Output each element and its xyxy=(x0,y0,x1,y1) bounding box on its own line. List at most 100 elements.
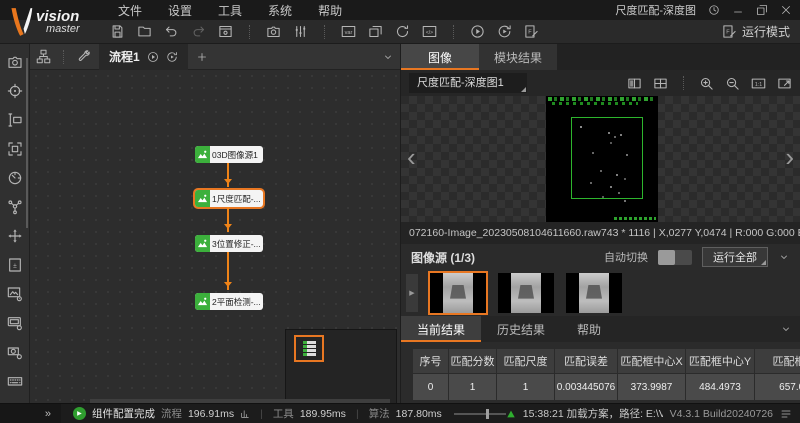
zoom-in-icon[interactable] xyxy=(699,76,714,91)
form-edit-icon[interactable] xyxy=(524,24,539,39)
wrench-icon[interactable] xyxy=(76,49,91,64)
col-box-center-x: 匹配框中心X xyxy=(618,349,685,373)
table-row[interactable]: 0 1 1 0.003445076 373.9987 484.4973 657.… xyxy=(413,374,800,400)
node-scale-match[interactable]: 1尺度匹配-... xyxy=(195,190,263,207)
run-once-icon[interactable] xyxy=(470,24,485,39)
collapse-double-arrow-icon[interactable]: » xyxy=(45,408,51,420)
next-image-chevron-icon[interactable]: › xyxy=(785,144,794,170)
toolbar-divider xyxy=(453,25,454,39)
run-all-button[interactable]: 运行全部 xyxy=(702,247,768,267)
split-two-view-icon[interactable] xyxy=(627,76,642,91)
display-settings-icon[interactable] xyxy=(7,315,23,331)
tab-history-result[interactable]: 历史结果 xyxy=(481,316,561,342)
node-position-fix[interactable]: 3位置修正-... xyxy=(195,235,263,252)
window-switch-icon[interactable] xyxy=(368,24,383,39)
recognition-focus-icon[interactable] xyxy=(7,141,23,157)
auto-switch-toggle[interactable] xyxy=(658,250,692,265)
zoom-out-icon[interactable] xyxy=(725,76,740,91)
thumbnail-strip: ▶ xyxy=(401,270,800,316)
image-processing-icon[interactable] xyxy=(7,286,23,302)
flow-minimap[interactable] xyxy=(285,329,397,403)
node-plane-detect[interactable]: 2平面检测-... xyxy=(195,293,263,310)
parameter-sliders-icon[interactable] xyxy=(293,24,308,39)
menu-settings[interactable]: 设置 xyxy=(168,2,192,19)
log-level-triangle-icon xyxy=(506,409,516,419)
script-code-icon[interactable] xyxy=(422,24,437,39)
minimap-viewport[interactable] xyxy=(294,335,324,362)
measure-icon[interactable] xyxy=(7,112,23,128)
menu-file[interactable]: 文件 xyxy=(118,2,142,19)
image-source-count: 图像源 (1/3) xyxy=(411,249,475,266)
speed-slider[interactable] xyxy=(454,413,506,415)
logo-text-vision: vision xyxy=(36,9,80,24)
refresh-icon[interactable] xyxy=(395,24,410,39)
prev-image-chevron-icon[interactable]: ‹ xyxy=(407,144,416,170)
thumbnail-3[interactable] xyxy=(566,273,622,313)
location-target-icon[interactable] xyxy=(7,83,23,99)
camera-settings-icon[interactable] xyxy=(7,344,23,360)
camera-icon[interactable] xyxy=(266,24,281,39)
node-3d-image-source[interactable]: 03D图像源1 xyxy=(195,146,263,163)
depth-image[interactable] xyxy=(546,96,658,222)
depth-points xyxy=(580,126,582,128)
menu-tools[interactable]: 工具 xyxy=(218,2,242,19)
sidebar-scrollbar[interactable] xyxy=(26,58,28,228)
overlay-result-text xyxy=(614,217,656,220)
deeplearning-gauge-icon[interactable] xyxy=(7,170,23,186)
result-collapse-chevron-icon[interactable] xyxy=(780,323,792,335)
fit-view-icon[interactable] xyxy=(777,76,792,91)
log-message[interactable]: 15:38:21 加载方案，路径: E:\VisionMaster4.3.1\A… xyxy=(523,406,663,421)
image-source-bar: 图像源 (1/3) 自动切换 运行全部 xyxy=(401,244,800,270)
alignment-move-icon[interactable] xyxy=(7,228,23,244)
image-viewer[interactable]: ‹ › xyxy=(401,96,800,222)
tab-image[interactable]: 图像 xyxy=(401,44,479,70)
open-folder-icon[interactable] xyxy=(137,24,152,39)
keyboard-icon[interactable] xyxy=(7,373,23,389)
undo-icon[interactable] xyxy=(164,24,179,39)
flow-list-chevron-icon[interactable] xyxy=(382,51,394,63)
split-four-view-icon[interactable] xyxy=(653,76,668,91)
cell-box-width: 657.0027 xyxy=(755,374,800,400)
flow-run-once-icon[interactable] xyxy=(147,51,159,63)
save-icon[interactable] xyxy=(110,24,125,39)
tab-current-result[interactable]: 当前结果 xyxy=(401,316,481,342)
thumbnail-2[interactable] xyxy=(498,273,554,313)
menu-system[interactable]: 系统 xyxy=(268,2,292,19)
actual-size-icon[interactable] xyxy=(751,76,766,91)
history-clock-icon[interactable] xyxy=(708,4,720,16)
algo-time-value: 187.80ms xyxy=(396,408,442,420)
flowchart-icon[interactable] xyxy=(36,49,51,64)
run-mode-button[interactable]: 运行模式 xyxy=(722,23,800,40)
run-loop-icon[interactable] xyxy=(497,24,512,39)
add-flow-icon[interactable] xyxy=(196,51,208,63)
log-list-icon[interactable] xyxy=(780,408,792,420)
menu-help[interactable]: 帮助 xyxy=(318,2,342,19)
acquisition-camera-icon[interactable] xyxy=(7,54,23,70)
result-tabs: 当前结果 历史结果 帮助 xyxy=(401,316,800,342)
minimize-icon[interactable] xyxy=(732,4,744,16)
flow-horizontal-scrollbar[interactable] xyxy=(90,399,390,403)
cell-match-error: 0.003445076 xyxy=(555,374,617,400)
thumbnail-1[interactable] xyxy=(430,273,486,313)
window-title: 尺度匹配-深度图 xyxy=(615,2,696,18)
viewer-toolbar-divider xyxy=(683,76,684,90)
tab-help[interactable]: 帮助 xyxy=(561,316,617,342)
variables-window-icon[interactable] xyxy=(341,24,356,39)
redo-icon[interactable] xyxy=(191,24,206,39)
status-divider: | xyxy=(356,408,359,420)
source-collapse-chevron-icon[interactable] xyxy=(778,251,790,263)
image-source-select[interactable]: 尺度匹配-深度图1 xyxy=(409,73,527,93)
overlay-text-row xyxy=(552,102,638,105)
flow-canvas[interactable]: 03D图像源1 1尺度匹配-... 3位置修正-... 2平面检测-... xyxy=(30,70,400,403)
calculator-icon[interactable] xyxy=(7,257,23,273)
node-plane-detect-icon xyxy=(195,293,210,310)
flow-run-loop-icon[interactable] xyxy=(166,51,178,63)
flow-tab[interactable]: 流程1 xyxy=(99,44,188,70)
restore-window-icon[interactable] xyxy=(756,4,768,16)
close-icon[interactable] xyxy=(780,4,792,16)
thumbnail-prev-button[interactable]: ▶ xyxy=(406,274,418,312)
window-tool-icon[interactable] xyxy=(218,24,233,39)
calibration-network-icon[interactable] xyxy=(7,199,23,215)
tab-module-result[interactable]: 模块结果 xyxy=(479,44,557,70)
time-detail-icon[interactable] xyxy=(240,409,250,419)
